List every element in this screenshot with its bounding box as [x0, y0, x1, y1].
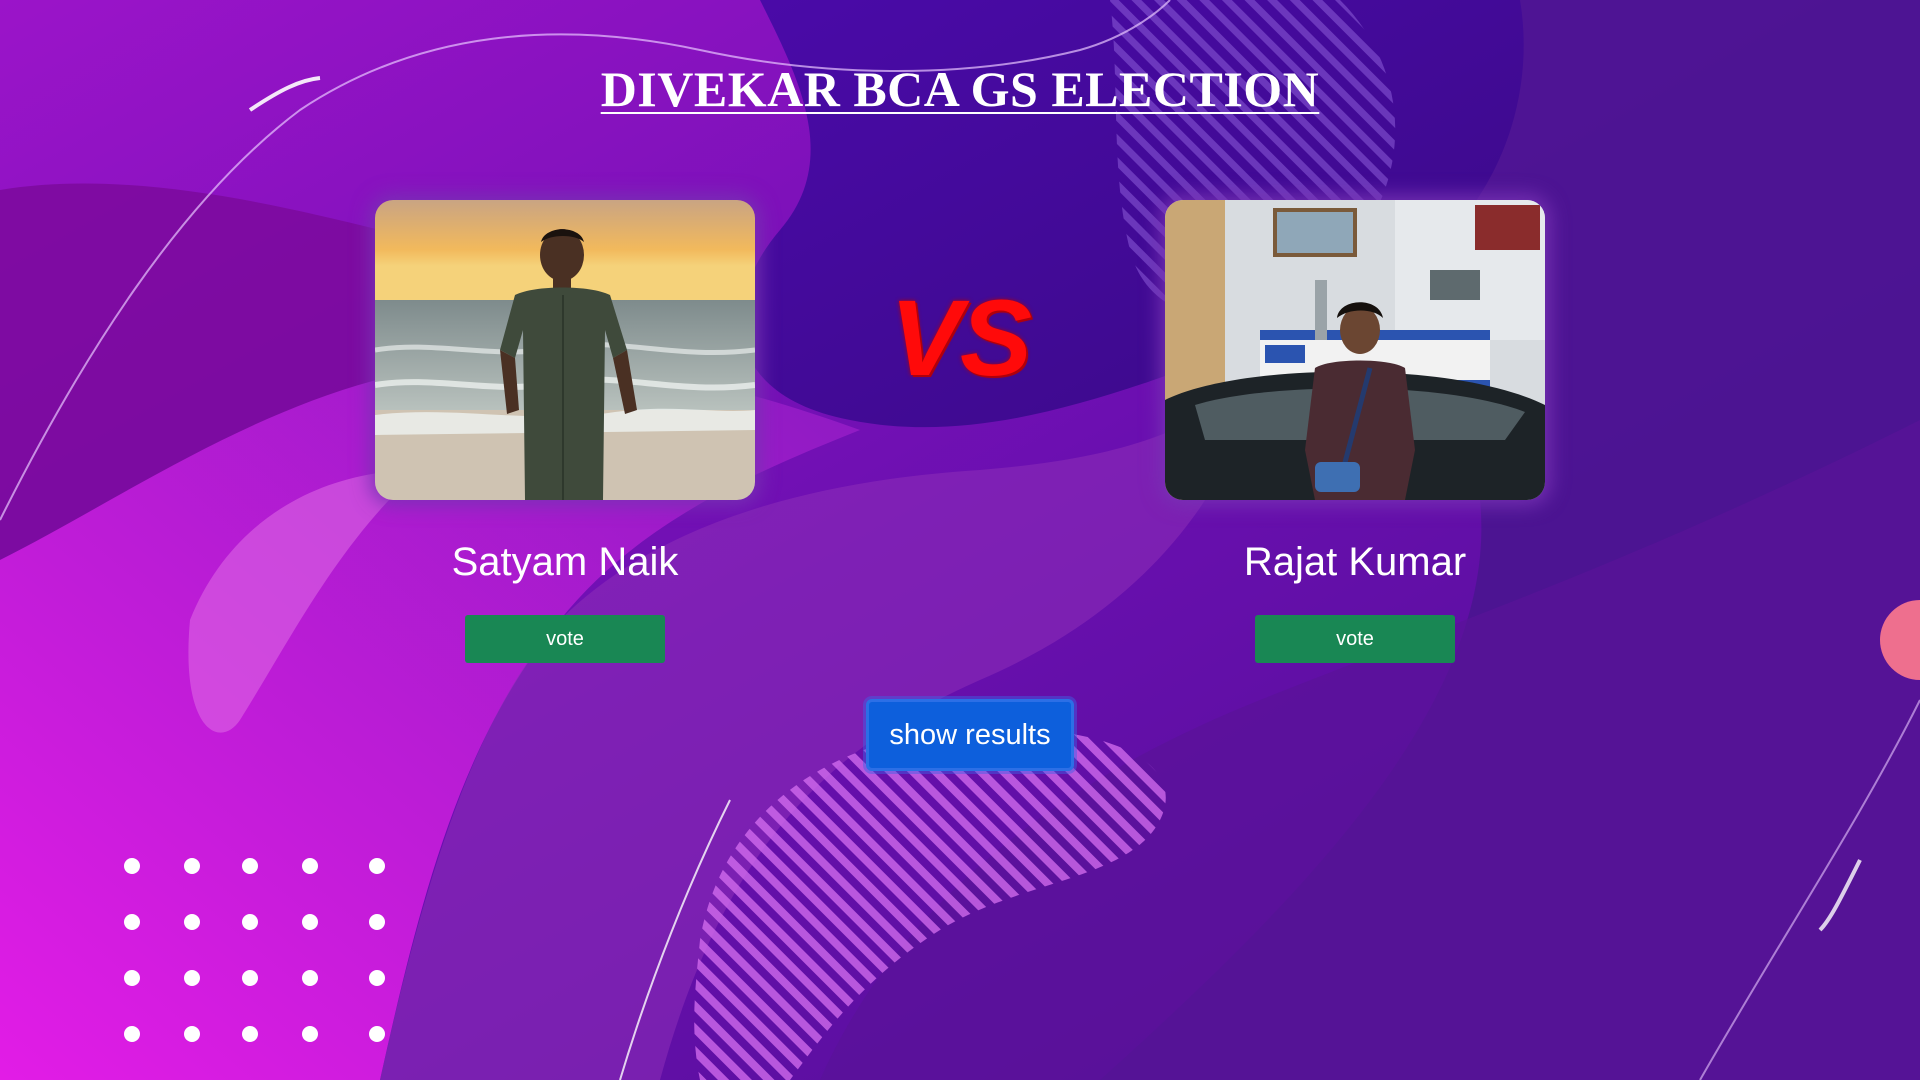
candidate-card-1: Satyam Naik vote: [375, 200, 755, 663]
decorative-dot: [184, 858, 200, 874]
candidate-card-2: Rajat Kumar vote: [1165, 200, 1545, 663]
candidate-name-2: Rajat Kumar: [1243, 540, 1467, 584]
decorative-dot: [124, 1026, 140, 1042]
decorative-dot: [302, 1026, 318, 1042]
decorative-dot: [124, 914, 140, 930]
decorative-dot: [242, 970, 258, 986]
decorative-dot: [369, 970, 385, 986]
decorative-dot: [184, 914, 200, 930]
candidate-photo-1: [375, 200, 755, 500]
decorative-dot: [302, 914, 318, 930]
decorative-dot: [369, 858, 385, 874]
decorative-dot: [242, 1026, 258, 1042]
street-portrait-image: [1165, 200, 1545, 500]
vs-label: VS: [889, 277, 1032, 398]
decorative-dot: [302, 858, 318, 874]
decorative-dot: [369, 1026, 385, 1042]
decorative-dot-grid: [120, 858, 400, 1048]
candidate-photo-2: [1165, 200, 1545, 500]
vote-button-1[interactable]: vote: [465, 615, 665, 663]
page-title: DIVEKAR BCA GS ELECTION: [600, 61, 1320, 117]
beach-portrait-image: [375, 200, 755, 500]
decorative-dot: [302, 970, 318, 986]
candidate-name-1: Satyam Naik: [451, 540, 679, 584]
decorative-dot: [184, 970, 200, 986]
decorative-dot: [184, 1026, 200, 1042]
vote-button-2[interactable]: vote: [1255, 615, 1455, 663]
decorative-dot: [242, 858, 258, 874]
show-results-button[interactable]: show results: [866, 699, 1074, 771]
decorative-dot: [124, 858, 140, 874]
decorative-dot: [242, 914, 258, 930]
decorative-dot: [369, 914, 385, 930]
decorative-dot: [124, 970, 140, 986]
